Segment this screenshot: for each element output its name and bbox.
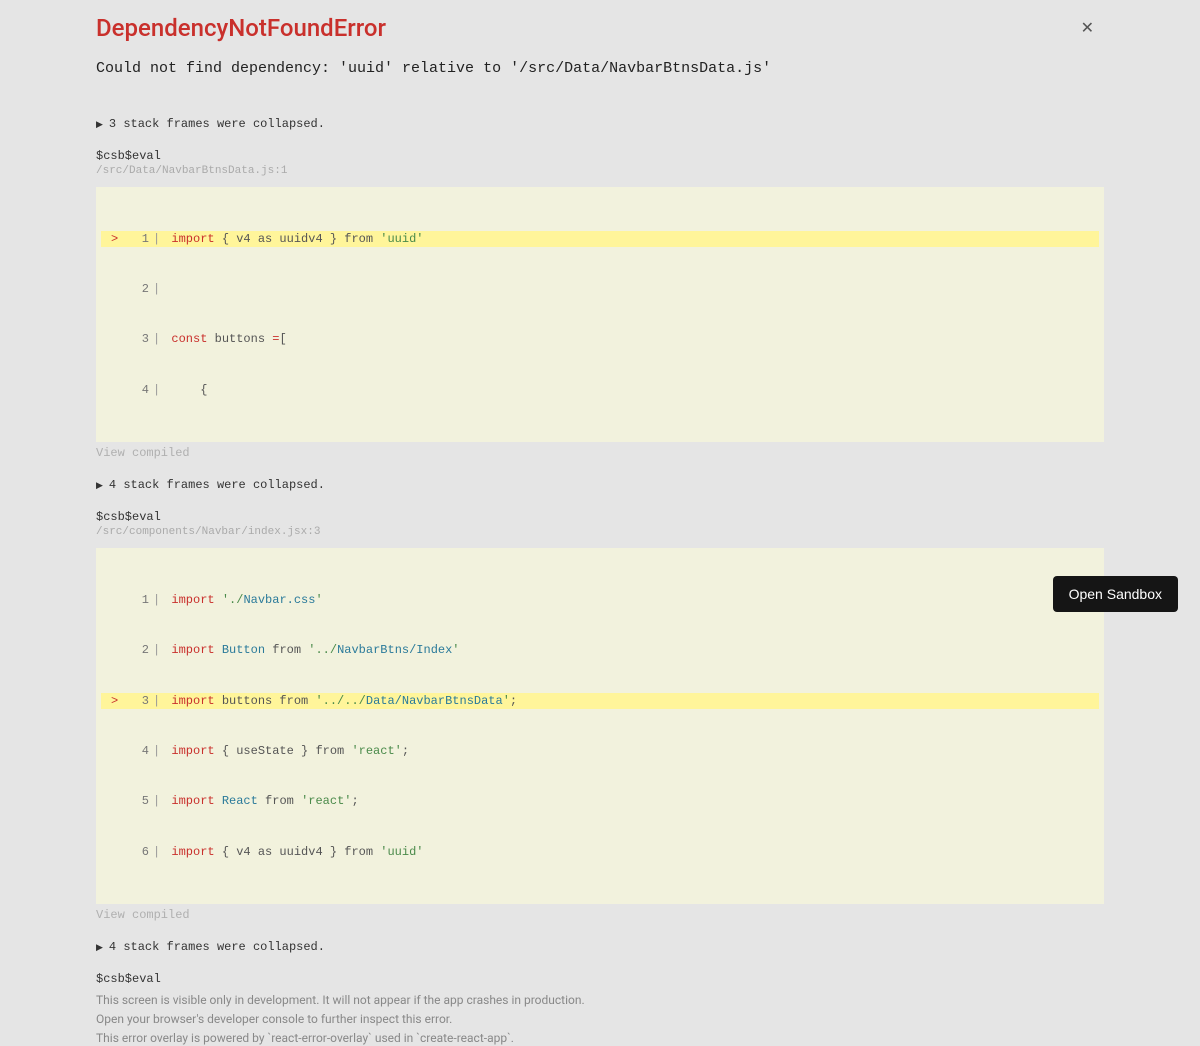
close-icon[interactable]: ✕ xyxy=(1081,18,1094,37)
footer-line: Open your browser's developer console to… xyxy=(96,1011,1104,1028)
code-block: 1| import './Navbar.css' 2| import Butto… xyxy=(96,548,1104,904)
footer-line: This error overlay is powered by `react-… xyxy=(96,1030,1104,1046)
collapsed-frames-toggle[interactable]: 4 stack frames were collapsed. xyxy=(96,478,1104,492)
open-sandbox-button[interactable]: Open Sandbox xyxy=(1053,576,1178,612)
collapsed-frames-toggle[interactable]: 3 stack frames were collapsed. xyxy=(96,117,1104,131)
file-path: /src/Data/NavbarBtnsData.js:1 xyxy=(96,165,1104,177)
file-path: /src/components/Navbar/index.jsx:3 xyxy=(96,526,1104,538)
eval-label: $csb$eval xyxy=(96,149,1104,163)
view-compiled-link[interactable]: View compiled xyxy=(96,908,1104,922)
footer-note: This screen is visible only in developme… xyxy=(96,992,1104,1046)
error-message: Could not find dependency: 'uuid' relati… xyxy=(96,60,1104,77)
code-block: >1| import { v4 as uuidv4 } from 'uuid' … xyxy=(96,187,1104,442)
footer-line: This screen is visible only in developme… xyxy=(96,992,1104,1009)
error-title: DependencyNotFoundError xyxy=(96,14,1104,42)
eval-label: $csb$eval xyxy=(96,510,1104,524)
collapsed-frames-toggle[interactable]: 4 stack frames were collapsed. xyxy=(96,940,1104,954)
view-compiled-link[interactable]: View compiled xyxy=(96,446,1104,460)
eval-label: $csb$eval xyxy=(96,972,1104,986)
